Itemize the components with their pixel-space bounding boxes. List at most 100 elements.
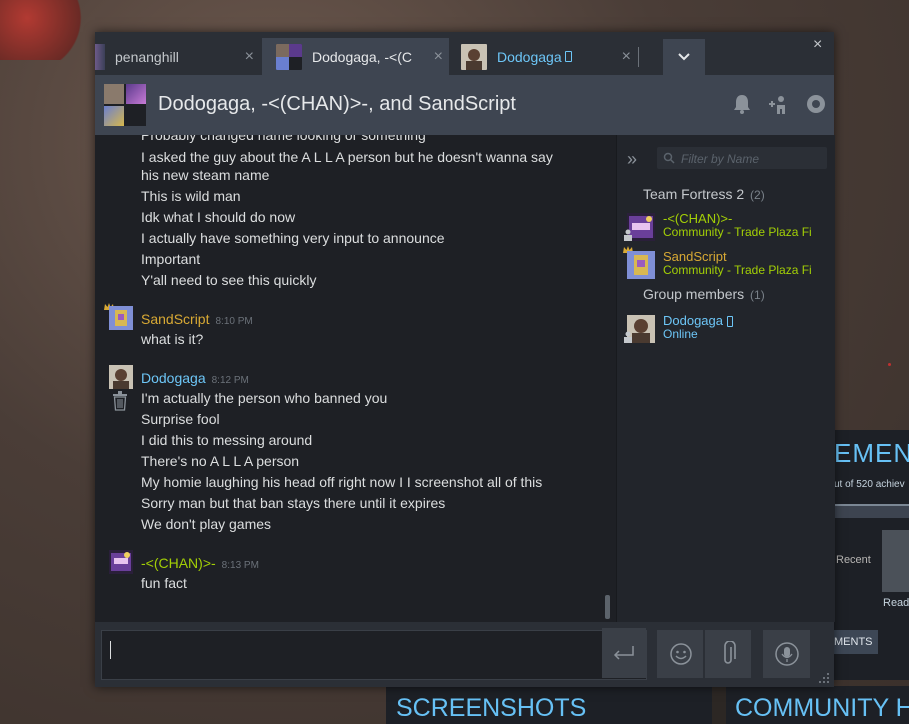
message-text: Y'all need to see this quickly [141, 272, 317, 288]
input-bar [95, 622, 834, 687]
member-group-header[interactable]: Group members (1) [643, 286, 765, 302]
read-label: Read [883, 597, 909, 609]
sender-name: Dodogaga [141, 370, 206, 386]
gear-icon[interactable] [805, 93, 827, 115]
paperclip-icon [724, 641, 736, 664]
microphone-icon [775, 642, 799, 666]
scrollbar-thumb[interactable] [605, 595, 610, 619]
member-item[interactable]: Dodogaga Online [624, 313, 827, 345]
message-sender[interactable]: -<(CHAN)>- 8:13 PM [141, 555, 259, 571]
message-timestamp: 8:12 PM [211, 375, 249, 386]
scrollbar[interactable] [604, 135, 610, 622]
message-text: I actually have something very input to … [141, 230, 445, 246]
voice-button[interactable] [763, 630, 810, 678]
message-text: This is wild man [141, 188, 241, 204]
message-timestamp: 8:13 PM [221, 560, 259, 571]
add-friend-icon[interactable] [767, 93, 789, 115]
recent-label: Recent [836, 554, 871, 566]
search-icon [663, 152, 675, 164]
message-text: Sorry man but that ban stays there until… [141, 495, 446, 511]
group-count: (2) [750, 188, 765, 202]
tab-bar: penanghill × Dodogaga, -<(C × Dodogaga × [95, 32, 834, 75]
sender-name: SandScript [141, 311, 210, 327]
member-item[interactable]: SandScript Community - Trade Plaza Fi [623, 246, 827, 281]
message-text: I did this to messing around [141, 432, 313, 448]
message-text: My homie laughing his head off right now… [141, 474, 543, 490]
resize-grip-icon[interactable] [818, 672, 830, 684]
member-name: Dodogaga [663, 313, 733, 328]
message-sender[interactable]: Dodogaga 8:12 PM [141, 370, 249, 386]
message-input[interactable] [101, 630, 647, 680]
user-avatar-icon [461, 43, 487, 70]
filter-field[interactable] [657, 147, 827, 169]
message-text: his new steam name [141, 167, 270, 183]
tab-divider [638, 47, 639, 67]
chat-header: Dodogaga, -<(CHAN)>-, and SandScript [95, 75, 834, 135]
background-dot [888, 363, 891, 366]
avatar[interactable] [109, 306, 133, 330]
close-icon[interactable]: × [622, 48, 631, 66]
message-text: There's no A L L A person [141, 453, 300, 469]
smiley-icon [670, 643, 692, 665]
close-icon[interactable]: × [245, 48, 254, 66]
tab-penanghill[interactable]: penanghill × [95, 38, 260, 75]
message-text: Probably changed name looking or somethi… [141, 135, 426, 143]
avatar[interactable] [109, 365, 133, 389]
achievement-thumbnail[interactable] [882, 530, 909, 592]
member-group-header[interactable]: Team Fortress 2 (2) [643, 186, 765, 202]
tab-label: Dodogaga, -<(C [312, 48, 413, 65]
mobile-icon [564, 51, 572, 62]
screenshots-heading[interactable]: SCREENSHOTS [396, 694, 586, 723]
message-text: Surprise fool [141, 411, 220, 427]
message-text: Important [141, 251, 201, 267]
send-button[interactable] [602, 628, 646, 678]
avatar-quadrant [126, 84, 146, 104]
trash-icon[interactable] [112, 391, 128, 411]
member-name: -<(CHAN)>- [663, 211, 733, 226]
group-avatar-icon [276, 43, 302, 70]
avatar-quadrant [104, 106, 124, 126]
avatar-quadrant [104, 84, 124, 104]
community-heading[interactable]: COMMUNITY H [735, 694, 909, 723]
person-icon [624, 331, 632, 343]
sender-name: -<(CHAN)>- [141, 555, 216, 571]
emoticon-button[interactable] [657, 630, 703, 678]
member-name-text: Dodogaga [663, 313, 723, 328]
collapse-icon[interactable]: » [627, 149, 637, 170]
member-item[interactable]: -<(CHAN)>- Community - Trade Plaza Fi [624, 211, 827, 243]
tab-label: Dodogaga [497, 48, 562, 65]
avatar [627, 251, 655, 279]
group-count: (1) [750, 288, 765, 302]
attach-button[interactable] [705, 630, 751, 678]
message-list[interactable]: Probably changed name looking or somethi… [95, 135, 613, 622]
achievements-count: ut of 520 achiev [834, 479, 905, 490]
message-timestamp: 8:10 PM [215, 316, 253, 327]
message-text: what is it? [141, 331, 204, 347]
text-caret [110, 641, 111, 659]
message-sender[interactable]: SandScript 8:10 PM [141, 311, 253, 327]
message-text: fun fact [141, 575, 187, 591]
message-text: We don't play games [141, 516, 272, 532]
member-name: SandScript [663, 249, 727, 264]
window-close-button[interactable]: × [813, 36, 822, 54]
tabs-dropdown-button[interactable] [663, 39, 705, 75]
member-search-input[interactable] [679, 149, 823, 169]
close-icon[interactable]: × [434, 48, 443, 66]
page-title: Dodogaga, -<(CHAN)>-, and SandScript [158, 93, 516, 115]
enter-icon [613, 646, 634, 660]
avatar[interactable] [109, 550, 133, 574]
tab-group-chat[interactable]: Dodogaga, -<(C × [262, 38, 449, 75]
tab-label: penanghill [115, 48, 179, 65]
chevron-down-icon [678, 53, 690, 61]
message-text: I'm actually the person who banned you [141, 390, 388, 406]
background-decoration [0, 0, 90, 60]
member-status: Community - Trade Plaza Fi [663, 225, 812, 239]
tab-dodogaga[interactable]: Dodogaga × [451, 38, 637, 75]
chat-window: penanghill × Dodogaga, -<(C × Dodogaga × [95, 32, 835, 687]
group-label: Team Fortress 2 [643, 186, 745, 202]
message-text: I asked the guy about the A L L A person… [141, 149, 553, 165]
bell-icon[interactable] [731, 93, 753, 115]
member-status: Community - Trade Plaza Fi [663, 263, 812, 277]
achievements-progress [834, 504, 909, 518]
view-achievements-button[interactable]: MENTS [834, 630, 878, 654]
